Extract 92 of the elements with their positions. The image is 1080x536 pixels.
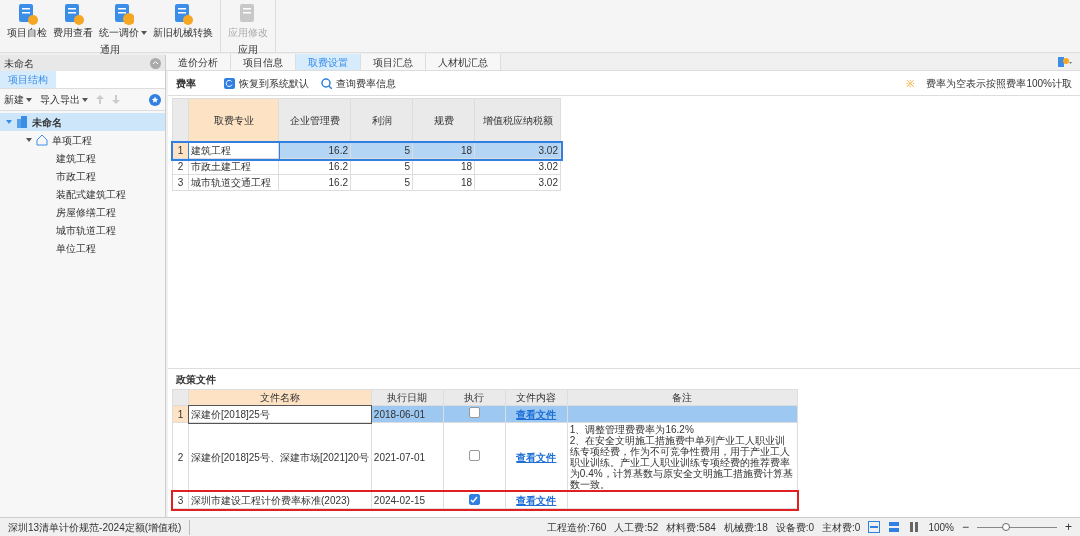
ribbon-button[interactable]: 项目自检 bbox=[4, 0, 50, 40]
table-cell: 2018-06-01 bbox=[371, 405, 444, 423]
collapse-icon[interactable] bbox=[150, 57, 161, 69]
table-cell: 18 bbox=[412, 158, 475, 175]
note-paragraph: 2、在安全文明施工措施费中单列产业工人职业训练专项经费，作为不可竞争性费用，用于产业工人职业训练。产业工人职业训练专项经费的推荐费率为0.4%，计算基数与原安全文明施工措施费计算基数一致。 bbox=[569, 435, 794, 490]
checkbox[interactable] bbox=[468, 494, 480, 505]
column-header: 执行日期 bbox=[371, 389, 444, 406]
table-cell: 5 bbox=[350, 174, 413, 191]
row-number: 3 bbox=[172, 491, 189, 509]
group-label: 应用 bbox=[238, 43, 258, 57]
status-stat: 机械费:18 bbox=[723, 520, 768, 535]
coin-document-icon bbox=[112, 3, 134, 25]
tree-item[interactable]: 单项工程 bbox=[0, 131, 165, 149]
sidebar-title: 未命名 bbox=[4, 56, 34, 71]
tab[interactable]: 造价分析 bbox=[166, 54, 231, 70]
caret-icon bbox=[141, 30, 147, 35]
tree-item[interactable]: 城市轨道工程 bbox=[0, 221, 165, 239]
status-stat: 工程造价:760 bbox=[546, 520, 607, 535]
ribbon-button[interactable]: 统一调价 bbox=[96, 0, 150, 40]
table-row[interactable]: 3 深圳市建设工程计价费率标准(2023) 2024-02-15 查看文件 bbox=[172, 491, 798, 509]
status-stat: 材料费:584 bbox=[666, 520, 716, 535]
tree-item[interactable]: 建筑工程 bbox=[0, 149, 165, 167]
table-row[interactable]: 2 深建价[2018]25号、深建市场[2021]20号 2021-07-01 查看文件 1、调整管理费费率为16.2% 2、在安全文明施工措施费中单列产业工人职业训练专项经费，作为不可竞争性费用，用于产业工人职业训练。产业工人职业训练专项经费的推荐费率为0.4%，计算基数与原安全文明施工措施费计算基数一致。 bbox=[172, 422, 798, 492]
layout-icon[interactable] bbox=[868, 521, 881, 533]
status-stat: 人工费:52 bbox=[614, 520, 659, 535]
search-icon bbox=[321, 77, 332, 89]
table-cell: 城市轨道交通工程 bbox=[188, 174, 279, 191]
view-file-link[interactable]: 查看文件 bbox=[516, 451, 557, 463]
zoom-slider[interactable] bbox=[977, 522, 1057, 532]
tree-item[interactable]: 房屋修缮工程 bbox=[0, 203, 165, 221]
checkbox[interactable] bbox=[468, 406, 480, 418]
table-cell: 5 bbox=[350, 142, 413, 159]
caret-icon bbox=[82, 97, 88, 102]
column-header: 文件名称 bbox=[188, 389, 372, 406]
list-view-icon[interactable] bbox=[888, 521, 901, 533]
zoom-level: 100% bbox=[928, 520, 954, 535]
action-button[interactable]: 恢复到系统默认 bbox=[224, 75, 309, 91]
tree-item[interactable]: 市政工程 bbox=[0, 167, 165, 185]
group-label: 通用 bbox=[100, 43, 120, 57]
row-number: 2 bbox=[172, 422, 189, 492]
tab[interactable]: 项目信息 bbox=[231, 54, 296, 70]
table-cell: 16.2 bbox=[278, 174, 351, 191]
column-header: 文件内容 bbox=[505, 389, 568, 406]
house-icon bbox=[36, 134, 48, 146]
section-title: 费率 bbox=[176, 76, 196, 91]
column-header: 执行 bbox=[443, 389, 506, 406]
table-cell: 3.02 bbox=[474, 174, 561, 191]
section-title: 政策文件 bbox=[175, 372, 217, 387]
toolbar-button[interactable]: 导入导出 bbox=[40, 92, 88, 107]
tab[interactable]: 人材机汇总 bbox=[426, 54, 501, 70]
table-cell: 16.2 bbox=[278, 142, 351, 159]
table-row[interactable]: 1 深建价[2018]25号 2018-06-01 查看文件 bbox=[172, 405, 798, 423]
tree-item[interactable]: 装配式建筑工程 bbox=[0, 185, 165, 203]
status-text: 深圳13清单计价规范-2024定额(增值税) bbox=[8, 519, 191, 535]
row-number: 1 bbox=[172, 142, 189, 159]
caret-icon bbox=[26, 97, 32, 102]
table-cell: 建筑工程 bbox=[188, 142, 279, 159]
table-row[interactable]: 1 建筑工程 16.2 5 18 3.02 bbox=[172, 142, 561, 159]
ribbon-button[interactable]: 费用查看 bbox=[50, 0, 96, 40]
tab[interactable]: 项目汇总 bbox=[361, 54, 426, 70]
restore-icon bbox=[224, 77, 235, 89]
table-cell: 市政土建工程 bbox=[188, 158, 279, 175]
status-stat: 主材费:0 bbox=[822, 520, 861, 535]
table-cell: 深圳市建设工程计价费率标准(2023) bbox=[188, 491, 372, 509]
checkbox[interactable] bbox=[468, 449, 480, 461]
zoom-in-button[interactable]: + bbox=[1065, 518, 1072, 536]
note-mark: ※ bbox=[906, 76, 915, 91]
slider-thumb[interactable] bbox=[1001, 523, 1010, 531]
note-paragraph: 1、调整管理费费率为16.2% bbox=[569, 424, 695, 435]
tree-item[interactable]: 未命名 bbox=[0, 113, 165, 131]
table-cell: 18 bbox=[412, 174, 475, 191]
zoom-out-button[interactable]: − bbox=[961, 518, 969, 536]
toolbar-button[interactable]: 新建 bbox=[4, 92, 32, 107]
building-icon bbox=[16, 116, 28, 128]
table-cell: 深建价[2018]25号 bbox=[188, 405, 372, 423]
columns-view-icon[interactable] bbox=[908, 521, 921, 533]
table-cell: 3.02 bbox=[474, 158, 561, 175]
column-header: 备注 bbox=[567, 389, 798, 406]
star-icon[interactable] bbox=[149, 93, 161, 106]
action-button[interactable]: 查询费率信息 bbox=[321, 75, 396, 91]
table-cell: 5 bbox=[350, 158, 413, 175]
column-header: 取费专业 bbox=[188, 98, 279, 143]
status-stat: 设备费:0 bbox=[775, 520, 815, 535]
tree-item[interactable]: 单位工程 bbox=[0, 239, 165, 257]
table-cell: 18 bbox=[412, 142, 475, 159]
expanded-caret-icon[interactable] bbox=[26, 137, 32, 143]
table-cell: 2024-02-15 bbox=[371, 491, 444, 509]
table-cell: 3.02 bbox=[474, 142, 561, 159]
checkmark-icon bbox=[470, 495, 479, 504]
note-text: 费率为空表示按照费率100%计取 bbox=[926, 76, 1072, 91]
table-cell: 16.2 bbox=[278, 158, 351, 175]
ribbon-button[interactable]: 新旧机械转换 bbox=[150, 0, 216, 40]
